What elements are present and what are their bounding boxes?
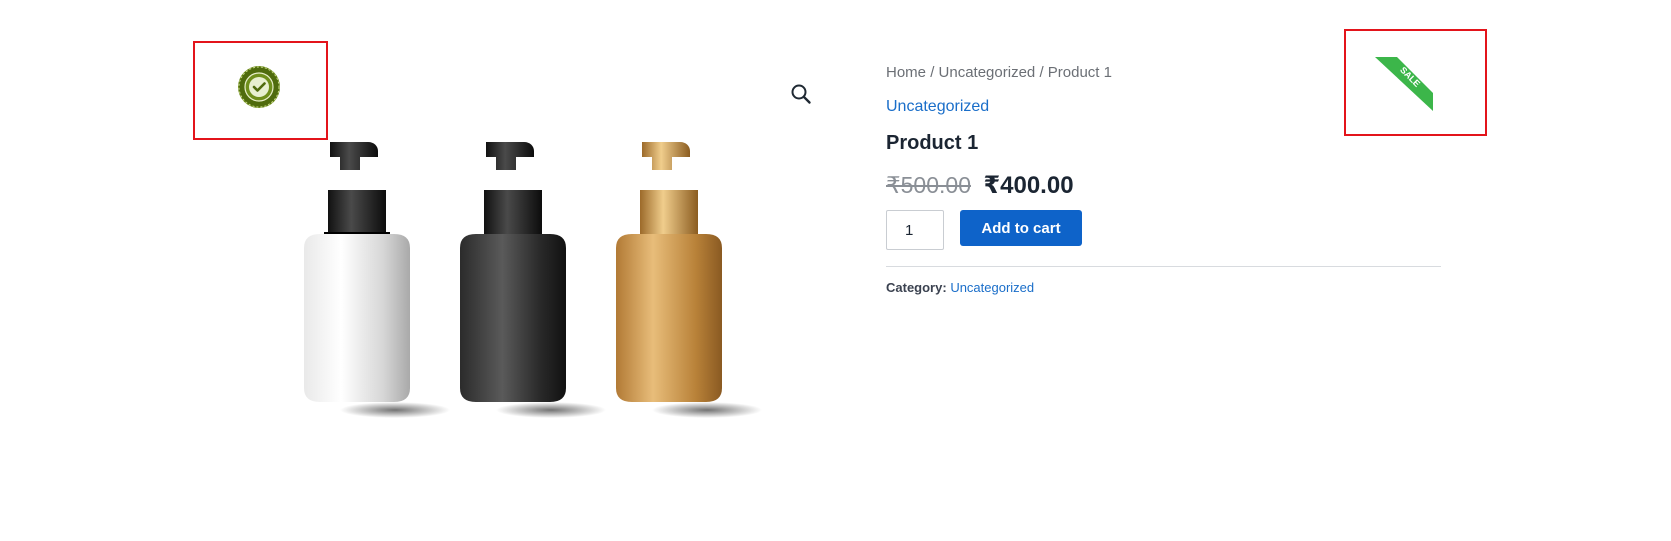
product-title: Product 1: [886, 132, 979, 154]
sale-ribbon: SALE: [1375, 57, 1433, 111]
product-meta: Category: Uncategorized: [886, 280, 1034, 295]
breadcrumb-home[interactable]: Home: [886, 64, 926, 81]
breadcrumb: Home / Uncategorized / Product 1: [886, 64, 1112, 81]
product-image[interactable]: [300, 140, 800, 420]
bottle-black: [460, 142, 606, 418]
price-old: ₹500.00: [886, 172, 971, 198]
approved-seal-icon: [238, 66, 280, 108]
add-to-cart-button[interactable]: Add to cart: [960, 210, 1082, 246]
breadcrumb-separator: /: [930, 64, 935, 81]
breadcrumb-current: Product 1: [1047, 64, 1112, 81]
divider: [886, 266, 1441, 267]
quantity-input[interactable]: [886, 210, 944, 250]
bottle-white: [304, 142, 450, 418]
breadcrumb-separator: /: [1039, 64, 1044, 81]
product-category-link[interactable]: Uncategorized: [886, 98, 989, 116]
magnifier-icon[interactable]: [789, 82, 813, 106]
price-new: ₹400.00: [983, 172, 1074, 199]
product-price: ₹500.00 ₹400.00: [886, 171, 1074, 200]
meta-category-link[interactable]: Uncategorized: [950, 280, 1034, 295]
bottle-gold: [616, 142, 762, 418]
meta-category-label: Category:: [886, 280, 947, 295]
product-page: Home / Uncategorized / Product 1 Uncateg…: [0, 0, 1671, 541]
breadcrumb-category[interactable]: Uncategorized: [939, 64, 1036, 81]
